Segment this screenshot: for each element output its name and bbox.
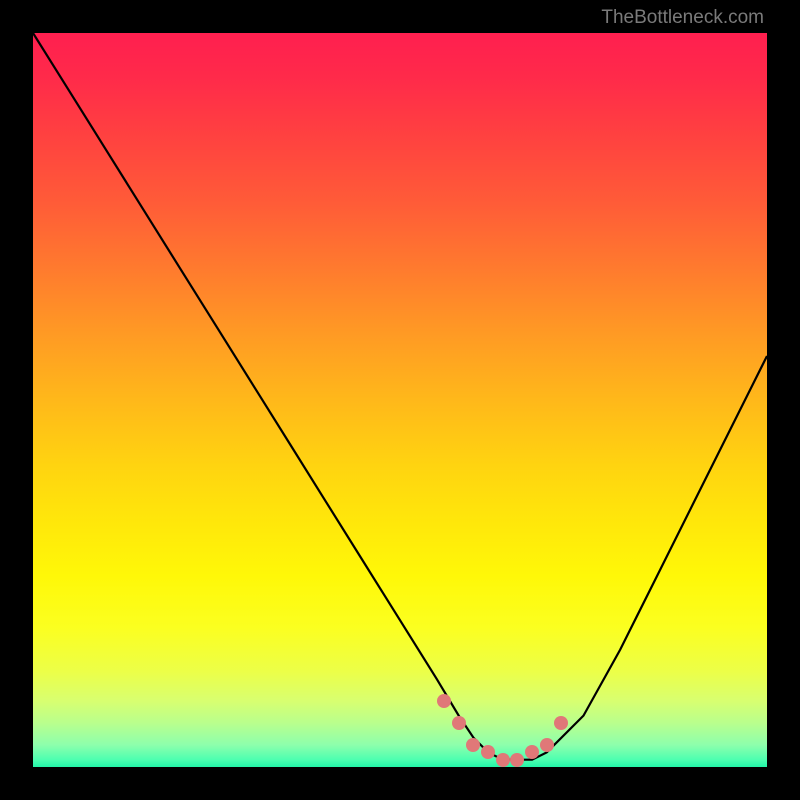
source-attribution: TheBottleneck.com [601, 7, 764, 29]
chart-frame: TheBottleneck.com [0, 0, 800, 800]
curve-layer [33, 33, 767, 767]
bottleneck-curve [33, 33, 767, 760]
plot-area [33, 33, 767, 767]
